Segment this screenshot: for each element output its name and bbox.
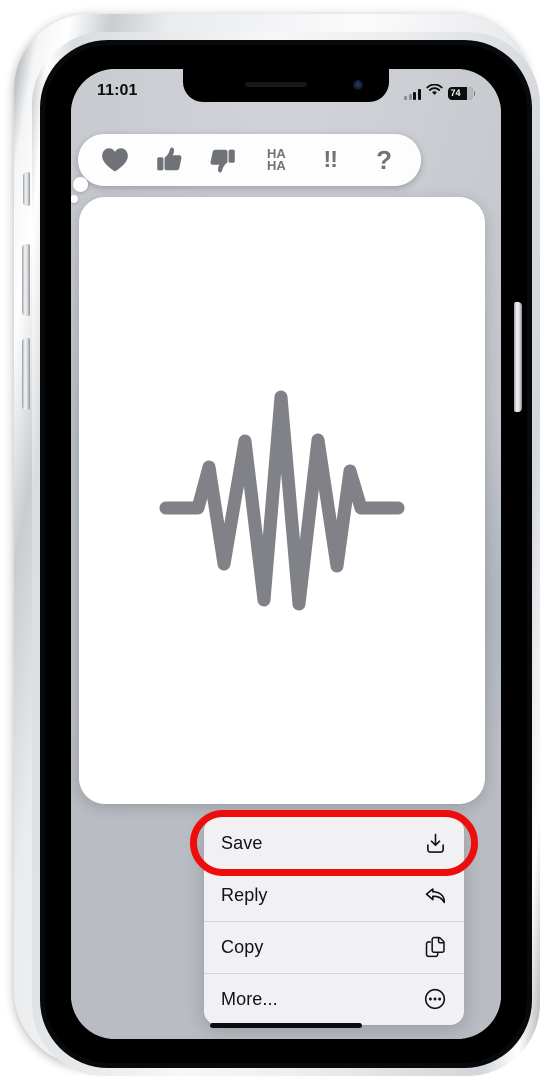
volume-up-button[interactable] <box>22 244 30 316</box>
reaction-exclamation-button[interactable]: !! <box>309 139 351 181</box>
heart-icon <box>101 147 129 173</box>
power-side-button[interactable] <box>514 302 522 412</box>
battery-percent-label: 74 <box>450 88 461 98</box>
context-menu-item-copy[interactable]: Copy <box>204 921 464 973</box>
more-ellipsis-icon <box>423 987 447 1011</box>
iphone-screen: 11:01 74 HA HA !! ? Save Reply Copy More… <box>71 69 501 1039</box>
haha-line-2: HA <box>267 158 286 173</box>
reaction-heart-button[interactable] <box>94 139 136 181</box>
context-menu-label-reply: Reply <box>221 884 268 905</box>
notch <box>183 69 389 102</box>
copy-documents-icon <box>423 935 447 959</box>
question-mark-icon: ? <box>376 144 392 175</box>
reaction-haha-button[interactable]: HA HA <box>255 139 297 181</box>
context-menu-item-save[interactable]: Save <box>204 817 464 869</box>
message-context-menu[interactable]: Save Reply Copy More... <box>204 817 464 1025</box>
tapback-reaction-bar[interactable]: HA HA !! ? <box>78 134 421 186</box>
context-menu-item-reply[interactable]: Reply <box>204 869 464 921</box>
context-menu-label-more: More... <box>221 988 278 1009</box>
cellular-bars-icon <box>404 89 421 100</box>
save-download-icon <box>423 831 447 855</box>
reply-arrow-icon <box>423 883 447 907</box>
status-time: 11:01 <box>97 81 138 99</box>
thumbs-up-icon <box>155 146 183 174</box>
battery-empty-portion <box>466 87 473 100</box>
reaction-thumbs-up-button[interactable] <box>148 139 190 181</box>
earpiece-speaker-icon <box>245 82 307 87</box>
haha-text-icon: HA HA <box>267 146 286 173</box>
status-indicators: 74 <box>404 83 475 100</box>
home-indicator[interactable] <box>210 1023 362 1028</box>
iphone-device-frame: 11:01 74 HA HA !! ? Save Reply Copy More… <box>14 14 540 1076</box>
context-menu-label-copy: Copy <box>221 936 264 957</box>
battery-cap-icon <box>473 91 475 96</box>
double-exclamation-icon: !! <box>323 146 338 173</box>
context-menu-item-more[interactable]: More... <box>204 973 464 1025</box>
context-menu-label-save: Save <box>221 832 263 853</box>
wifi-icon <box>425 83 443 101</box>
reaction-question-button[interactable]: ? <box>363 139 405 181</box>
audio-waveform-icon <box>158 382 406 620</box>
front-camera-icon <box>353 80 363 90</box>
reaction-thumbs-down-button[interactable] <box>202 139 244 181</box>
tapback-tail-large-bubble <box>73 177 88 192</box>
volume-down-button[interactable] <box>22 338 30 410</box>
mute-switch-button[interactable] <box>23 172 30 206</box>
thumbs-down-icon <box>209 146 237 174</box>
battery-icon: 74 <box>447 87 473 100</box>
audio-message-bubble[interactable] <box>79 197 485 804</box>
